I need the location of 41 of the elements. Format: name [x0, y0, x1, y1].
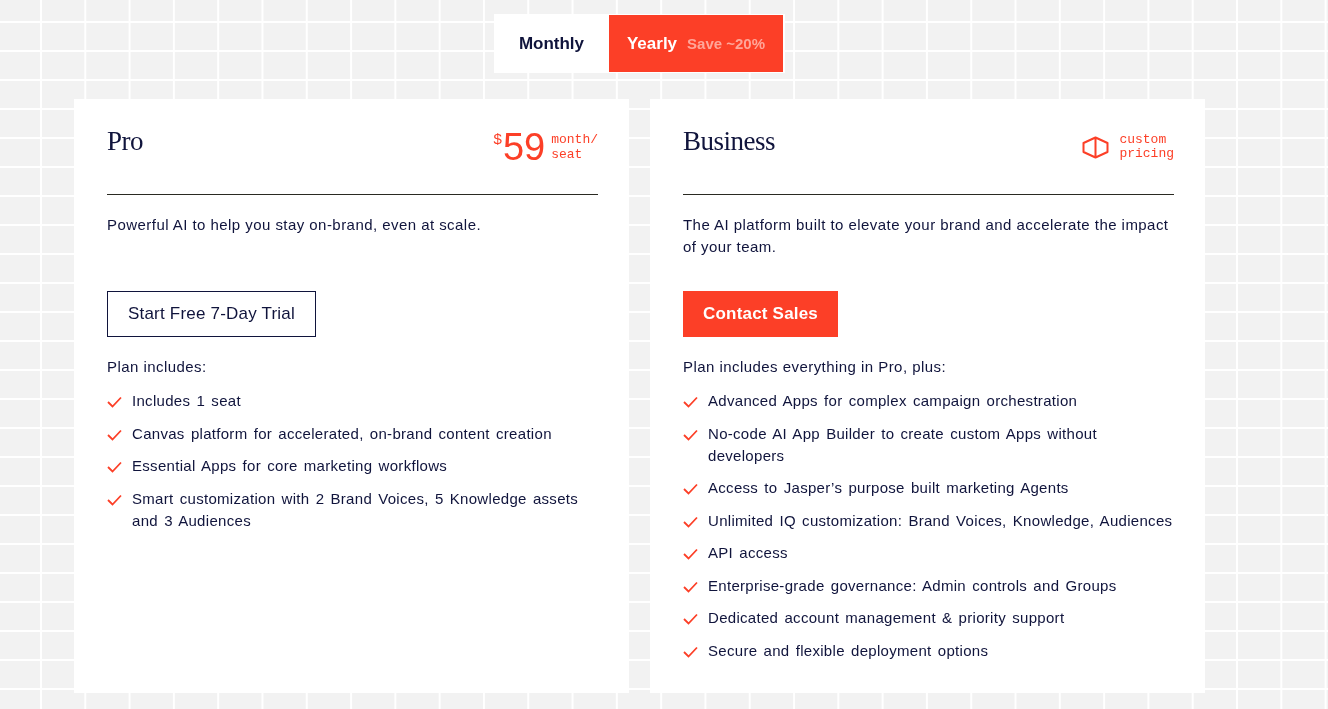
check-icon — [683, 613, 698, 625]
feature-text: Advanced Apps for complex campaign orchestration — [708, 391, 1078, 411]
check-icon — [683, 645, 698, 658]
feature-text: API access — [708, 543, 788, 563]
contact-button[interactable]: Contact Sales — [683, 291, 839, 337]
billing-tab[interactable]: Yearly Save ~20% — [608, 15, 784, 72]
feature-text: Unlimited IQ customization: Brand Voices, Knowledge, Audiences — [708, 510, 1173, 531]
check-icon — [107, 493, 122, 506]
billing-tab-label: Monthly — [518, 33, 585, 54]
plan-description: Powerful AI to help you stay on-brand, even at scale. — [107, 215, 482, 235]
feature-text: Includes 1 seat — [132, 391, 241, 411]
plan-description: The AI platform built to elevate your brand and accelerate the impact of your team. — [683, 215, 1170, 257]
price-amount: 59 — [502, 129, 546, 165]
includes-heading: Plan includes: — [107, 357, 207, 377]
hexagon-icon — [1082, 135, 1110, 159]
currency-symbol: $ — [493, 131, 502, 147]
check-icon — [683, 548, 698, 560]
feature-text: Access to Jasper’s purpose built marketing Agents — [708, 478, 1069, 498]
check-icon — [107, 428, 122, 441]
discount-note: Save ~20% — [687, 35, 766, 52]
custom-pricing-label: custom pricing — [1119, 133, 1174, 161]
check-icon — [683, 515, 698, 528]
includes-heading: Plan includes everything in Pro, plus: — [683, 357, 947, 377]
price-unit: month/ seat — [551, 132, 598, 162]
check-icon — [683, 428, 698, 441]
feature-text: No-code AI App Builder to create custom Apps without developers — [708, 423, 1098, 466]
plan-name: Business — [683, 125, 776, 158]
billing-tab-label: Yearly — [626, 33, 678, 54]
feature-text: Essential Apps for core marketing workflows — [132, 456, 448, 476]
plan-name: Pro — [107, 125, 143, 158]
feature-text: Secure and flexible deployment options — [708, 640, 989, 661]
trial-button[interactable]: Start Free 7-Day Trial — [107, 291, 316, 337]
check-icon — [683, 580, 698, 593]
feature-text: Dedicated account management & priority support — [708, 608, 1065, 628]
check-icon — [683, 396, 698, 408]
check-icon — [107, 461, 122, 473]
feature-text: Canvas platform for accelerated, on-brand content creation — [132, 423, 552, 444]
check-icon — [107, 396, 122, 408]
feature-text: Enterprise-grade governance: Admin controls and Groups — [708, 575, 1117, 596]
feature-text: Smart customization with 2 Brand Voices, 5 Knowledge assets and 3 Audiences — [132, 488, 580, 531]
check-icon — [683, 483, 698, 495]
